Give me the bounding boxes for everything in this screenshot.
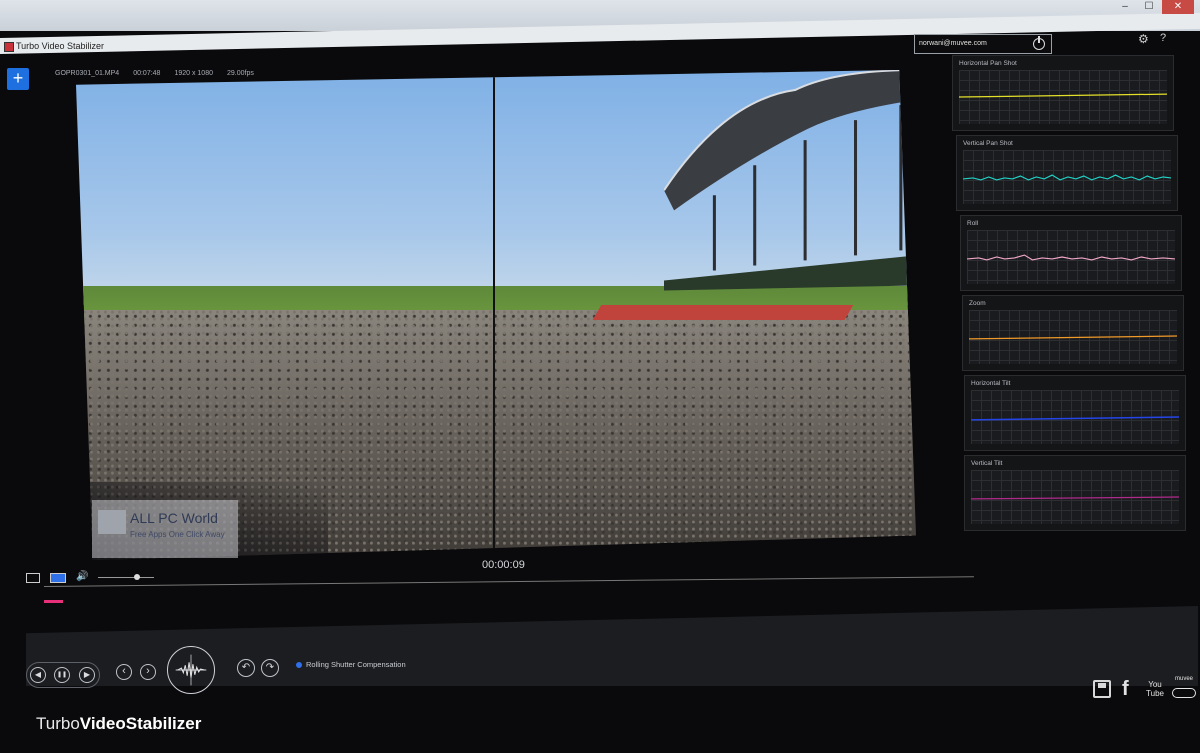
brand-part1: Turbo	[36, 714, 80, 733]
graph-label: Zoom	[969, 300, 986, 307]
graph-plot	[971, 470, 1179, 524]
pause-button[interactable]: ❚❚	[54, 667, 70, 683]
file-duration: 00:07:48	[133, 70, 161, 77]
current-timecode: 00:00:09	[482, 559, 525, 571]
graph-label: Roll	[967, 220, 979, 227]
waveform-icon	[175, 654, 207, 686]
motion-graphs-panel: Horizontal Pan Shot Vertical Pan Shot Ro…	[950, 55, 1186, 535]
cloud-icon[interactable]: muvee	[1172, 676, 1196, 698]
graph-line	[971, 496, 1179, 500]
gear-icon[interactable]: ⚙	[1138, 32, 1149, 46]
add-media-button[interactable]: +	[7, 68, 29, 90]
graph-plot	[967, 230, 1175, 284]
graph-zoom: Zoom	[962, 295, 1184, 371]
timeline-track[interactable]	[43, 576, 974, 587]
file-fps: 29.00fps	[227, 70, 254, 77]
graph-vertical-tilt: Vertical Tilt	[964, 455, 1186, 531]
graph-roll: Roll	[960, 215, 1182, 291]
file-name: GOPR0301_01.MP4	[55, 70, 120, 77]
graph-plot	[969, 310, 1177, 364]
graph-line	[971, 416, 1179, 421]
brand-logo: TurboVideoStabilizer	[36, 714, 201, 734]
graph-plot	[963, 150, 1171, 204]
graph-plot	[971, 390, 1179, 444]
graph-plot	[959, 70, 1167, 124]
redo-button[interactable]: ↷	[261, 659, 279, 677]
graph-horizontal-pan: Horizontal Pan Shot	[952, 55, 1174, 131]
graph-label: Vertical Pan Shot	[963, 140, 1013, 147]
file-resolution: 1920 x 1080	[174, 70, 213, 77]
volume-slider[interactable]	[98, 577, 154, 578]
close-button[interactable]: ✕	[1162, 0, 1194, 14]
graph-label: Vertical Tilt	[971, 460, 1003, 467]
graph-label: Horizontal Tilt	[971, 380, 1011, 387]
save-icon[interactable]	[1093, 680, 1111, 698]
undo-button[interactable]: ↶	[237, 659, 255, 677]
graph-horizontal-tilt: Horizontal Tilt	[964, 375, 1186, 451]
rolling-shutter-toggle[interactable]	[296, 662, 302, 668]
window-controls: – ☐ ✕	[1114, 0, 1194, 18]
app-icon	[4, 42, 14, 52]
window-title: Turbo Video Stabilizer	[16, 41, 105, 51]
watermark-title: ALL PC World	[130, 510, 218, 526]
stabilize-dial[interactable]	[167, 646, 215, 694]
facebook-icon[interactable]: f	[1122, 678, 1129, 701]
volume-icon[interactable]: 🔊	[76, 571, 88, 582]
file-info: GOPR0301_01.MP4 00:07:48 1920 x 1080 29.…	[55, 70, 254, 77]
maximize-button[interactable]: ☐	[1138, 0, 1160, 14]
video-kerb	[592, 305, 854, 320]
account-email: norwani@muvee.com	[919, 40, 987, 47]
previous-button[interactable]: ◀	[30, 667, 46, 683]
graph-line	[963, 174, 1171, 181]
logout-icon[interactable]	[1033, 36, 1045, 50]
cloud-label: muvee	[1174, 676, 1193, 682]
step-back-button[interactable]: ‹	[116, 664, 132, 680]
timeline-playhead[interactable]	[44, 600, 63, 603]
graph-vertical-pan: Vertical Pan Shot	[956, 135, 1178, 211]
split-view-icon[interactable]	[50, 573, 66, 583]
grandstand-image	[664, 70, 916, 291]
single-view-icon[interactable]	[26, 573, 40, 583]
account-box[interactable]: norwani@muvee.com	[914, 34, 1052, 54]
video-preview[interactable]	[76, 70, 916, 560]
brand-part2: VideoStabilizer	[79, 714, 202, 733]
step-forward-button[interactable]: ›	[140, 664, 156, 680]
graph-label: Horizontal Pan Shot	[959, 60, 1017, 67]
watermark-subtitle: Free Apps One Click Away	[130, 530, 225, 539]
volume-knob[interactable]	[134, 574, 141, 580]
next-button[interactable]: ▶	[79, 667, 95, 683]
help-icon[interactable]: ?	[1160, 32, 1166, 44]
graph-line	[969, 335, 1177, 340]
split-compare-line[interactable]	[492, 70, 495, 560]
graph-line	[959, 93, 1167, 98]
minimize-button[interactable]: –	[1114, 0, 1136, 14]
graph-line	[967, 254, 1175, 261]
youtube-icon[interactable]: You Tube	[1146, 680, 1164, 698]
watermark-logo-icon	[98, 510, 126, 534]
watermark: ALL PC World Free Apps One Click Away	[92, 500, 238, 558]
rolling-shutter-label: Rolling Shutter Compensation	[306, 660, 406, 669]
